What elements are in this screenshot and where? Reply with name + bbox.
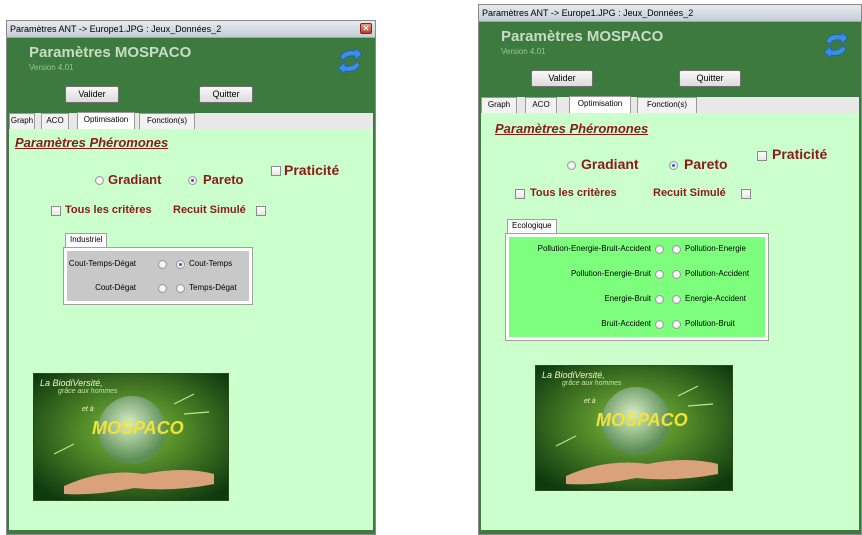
image-logo: MOSPACO [92,418,184,438]
image-caption-2: grâce aux hommes [562,380,622,387]
tab-graph[interactable]: Graph [481,97,517,113]
gradiant-radio[interactable] [567,161,576,170]
quitter-button[interactable]: Quitter [679,70,741,87]
ecologique-group-body: Pollution-Energie-Bruit-Accident Polluti… [509,237,765,337]
header: Paramètres MOSPACO Version 4.01 Valider … [479,22,861,97]
option-label: Pollution-Bruit [685,319,735,328]
valider-button[interactable]: Valider [65,86,119,103]
app-title: Paramètres MOSPACO [29,44,192,61]
app-title: Paramètres MOSPACO [501,28,664,45]
gradiant-label: Gradiant [108,172,162,187]
ecologique-group: Pollution-Energie-Bruit-Accident Polluti… [505,233,769,341]
image-caption-1: La BiodiVersité, [542,370,605,380]
optimisation-panel: Paramètres Phéromones Gradiant Pareto Pr… [481,113,859,530]
option-radio[interactable] [672,295,681,304]
option-label: Pollution-Energie-Bruit [570,269,651,278]
biodiversite-image: La BiodiVersité, grâce aux hommes et à M… [33,373,229,501]
recuit-simule-checkbox[interactable] [256,206,266,216]
option-label: Pollution-Energie [685,244,746,253]
window-title: Paramètres ANT -> Europe1.JPG : Jeux_Don… [10,24,222,34]
image-caption-3: et à [82,406,94,413]
option-label: Energie-Bruit [604,294,651,303]
pareto-label: Pareto [684,156,728,172]
pareto-radio[interactable] [188,176,197,185]
app-version: Version 4.01 [29,63,74,72]
tous-criteres-checkbox[interactable] [515,189,525,199]
option-radio[interactable] [176,284,185,293]
option-label: Cout-Temps-Dégat [68,259,136,268]
section-title: Paramètres Phéromones [15,135,169,150]
praticite-label: Praticité [284,162,340,178]
recuit-simule-label: Recuit Simulé [173,204,246,216]
option-label: Pollution-Energie-Bruit-Accident [537,244,651,253]
option-label: Energie-Accident [685,294,746,303]
pareto-label: Pareto [203,172,244,187]
tab-optimisation[interactable]: Optimisation [77,112,135,129]
image-caption-1: La BiodiVersité, [40,378,103,388]
tab-optimisation[interactable]: Optimisation [569,96,631,113]
option-radio[interactable] [655,270,664,279]
tab-strip: Graph ACO Optimisation Fonction(s) [481,96,859,113]
option-radio[interactable] [672,245,681,254]
tab-aco[interactable]: ACO [41,113,69,129]
industriel-group-body: Cout-Temps-Dégat Cout-Temps Cout-Dégat T… [67,251,249,301]
recuit-simule-checkbox[interactable] [741,189,751,199]
option-radio[interactable] [672,270,681,279]
quitter-button[interactable]: Quitter [199,86,253,103]
app-version: Version 4.01 [501,47,546,56]
recuit-simule-label: Recuit Simulé [653,187,726,199]
window-title: Paramètres ANT -> Europe1.JPG : Jeux_Don… [482,8,694,18]
title-bar[interactable]: Paramètres ANT -> Europe1.JPG : Jeux_Don… [479,5,861,22]
option-radio[interactable] [176,260,185,269]
image-logo: MOSPACO [596,410,688,430]
tous-criteres-label: Tous les critères [65,204,152,216]
close-icon[interactable]: ✕ [360,23,372,34]
option-label: Cout-Temps [189,259,233,268]
title-bar[interactable]: Paramètres ANT -> Europe1.JPG : Jeux_Don… [7,21,375,38]
option-radio[interactable] [655,245,664,254]
option-label: Pollution-Accident [685,269,750,278]
industriel-group: Cout-Temps-Dégat Cout-Temps Cout-Dégat T… [63,247,253,305]
image-caption-2: grâce aux hommes [58,388,118,395]
option-radio[interactable] [655,320,664,329]
group-tab-industriel[interactable]: Industriel [65,233,108,247]
image-caption-3: et à [584,398,596,405]
refresh-arrows-icon[interactable] [335,46,365,76]
option-label: Temps-Dégat [189,283,237,292]
section-title: Paramètres Phéromones [495,121,649,136]
valider-button[interactable]: Valider [531,70,593,87]
tab-fonctions[interactable]: Fonction(s) [637,97,697,113]
tab-aco[interactable]: ACO [525,97,557,113]
option-radio[interactable] [672,320,681,329]
option-radio[interactable] [655,295,664,304]
tous-criteres-checkbox[interactable] [51,206,61,216]
refresh-arrows-icon[interactable] [821,30,851,60]
option-radio[interactable] [158,284,167,293]
option-label: Cout-Dégat [95,283,136,292]
tab-strip: Graph ACO Optimisation Fonction(s) [9,112,373,129]
params-window-left: Paramètres ANT -> Europe1.JPG : Jeux_Don… [6,20,376,535]
option-radio[interactable] [158,260,167,269]
tab-graph[interactable]: Graph [9,113,35,129]
params-window-right: Paramètres ANT -> Europe1.JPG : Jeux_Don… [478,4,862,535]
option-label: Bruit-Accident [601,319,651,328]
gradiant-radio[interactable] [95,176,104,185]
pareto-radio[interactable] [669,161,678,170]
praticite-checkbox[interactable] [271,166,281,176]
praticite-checkbox[interactable] [757,151,767,161]
optimisation-panel: Paramètres Phéromones Gradiant Pareto Pr… [9,129,373,530]
tous-criteres-label: Tous les critères [530,187,617,199]
group-tab-ecologique[interactable]: Ecologique [507,219,557,233]
tab-fonctions[interactable]: Fonction(s) [139,113,195,129]
biodiversite-image: La BiodiVersité, grâce aux hommes et à M… [535,365,733,491]
gradiant-label: Gradiant [581,156,639,172]
praticite-label: Praticité [772,146,828,162]
header: Paramètres MOSPACO Version 4.01 Valider … [7,38,375,113]
